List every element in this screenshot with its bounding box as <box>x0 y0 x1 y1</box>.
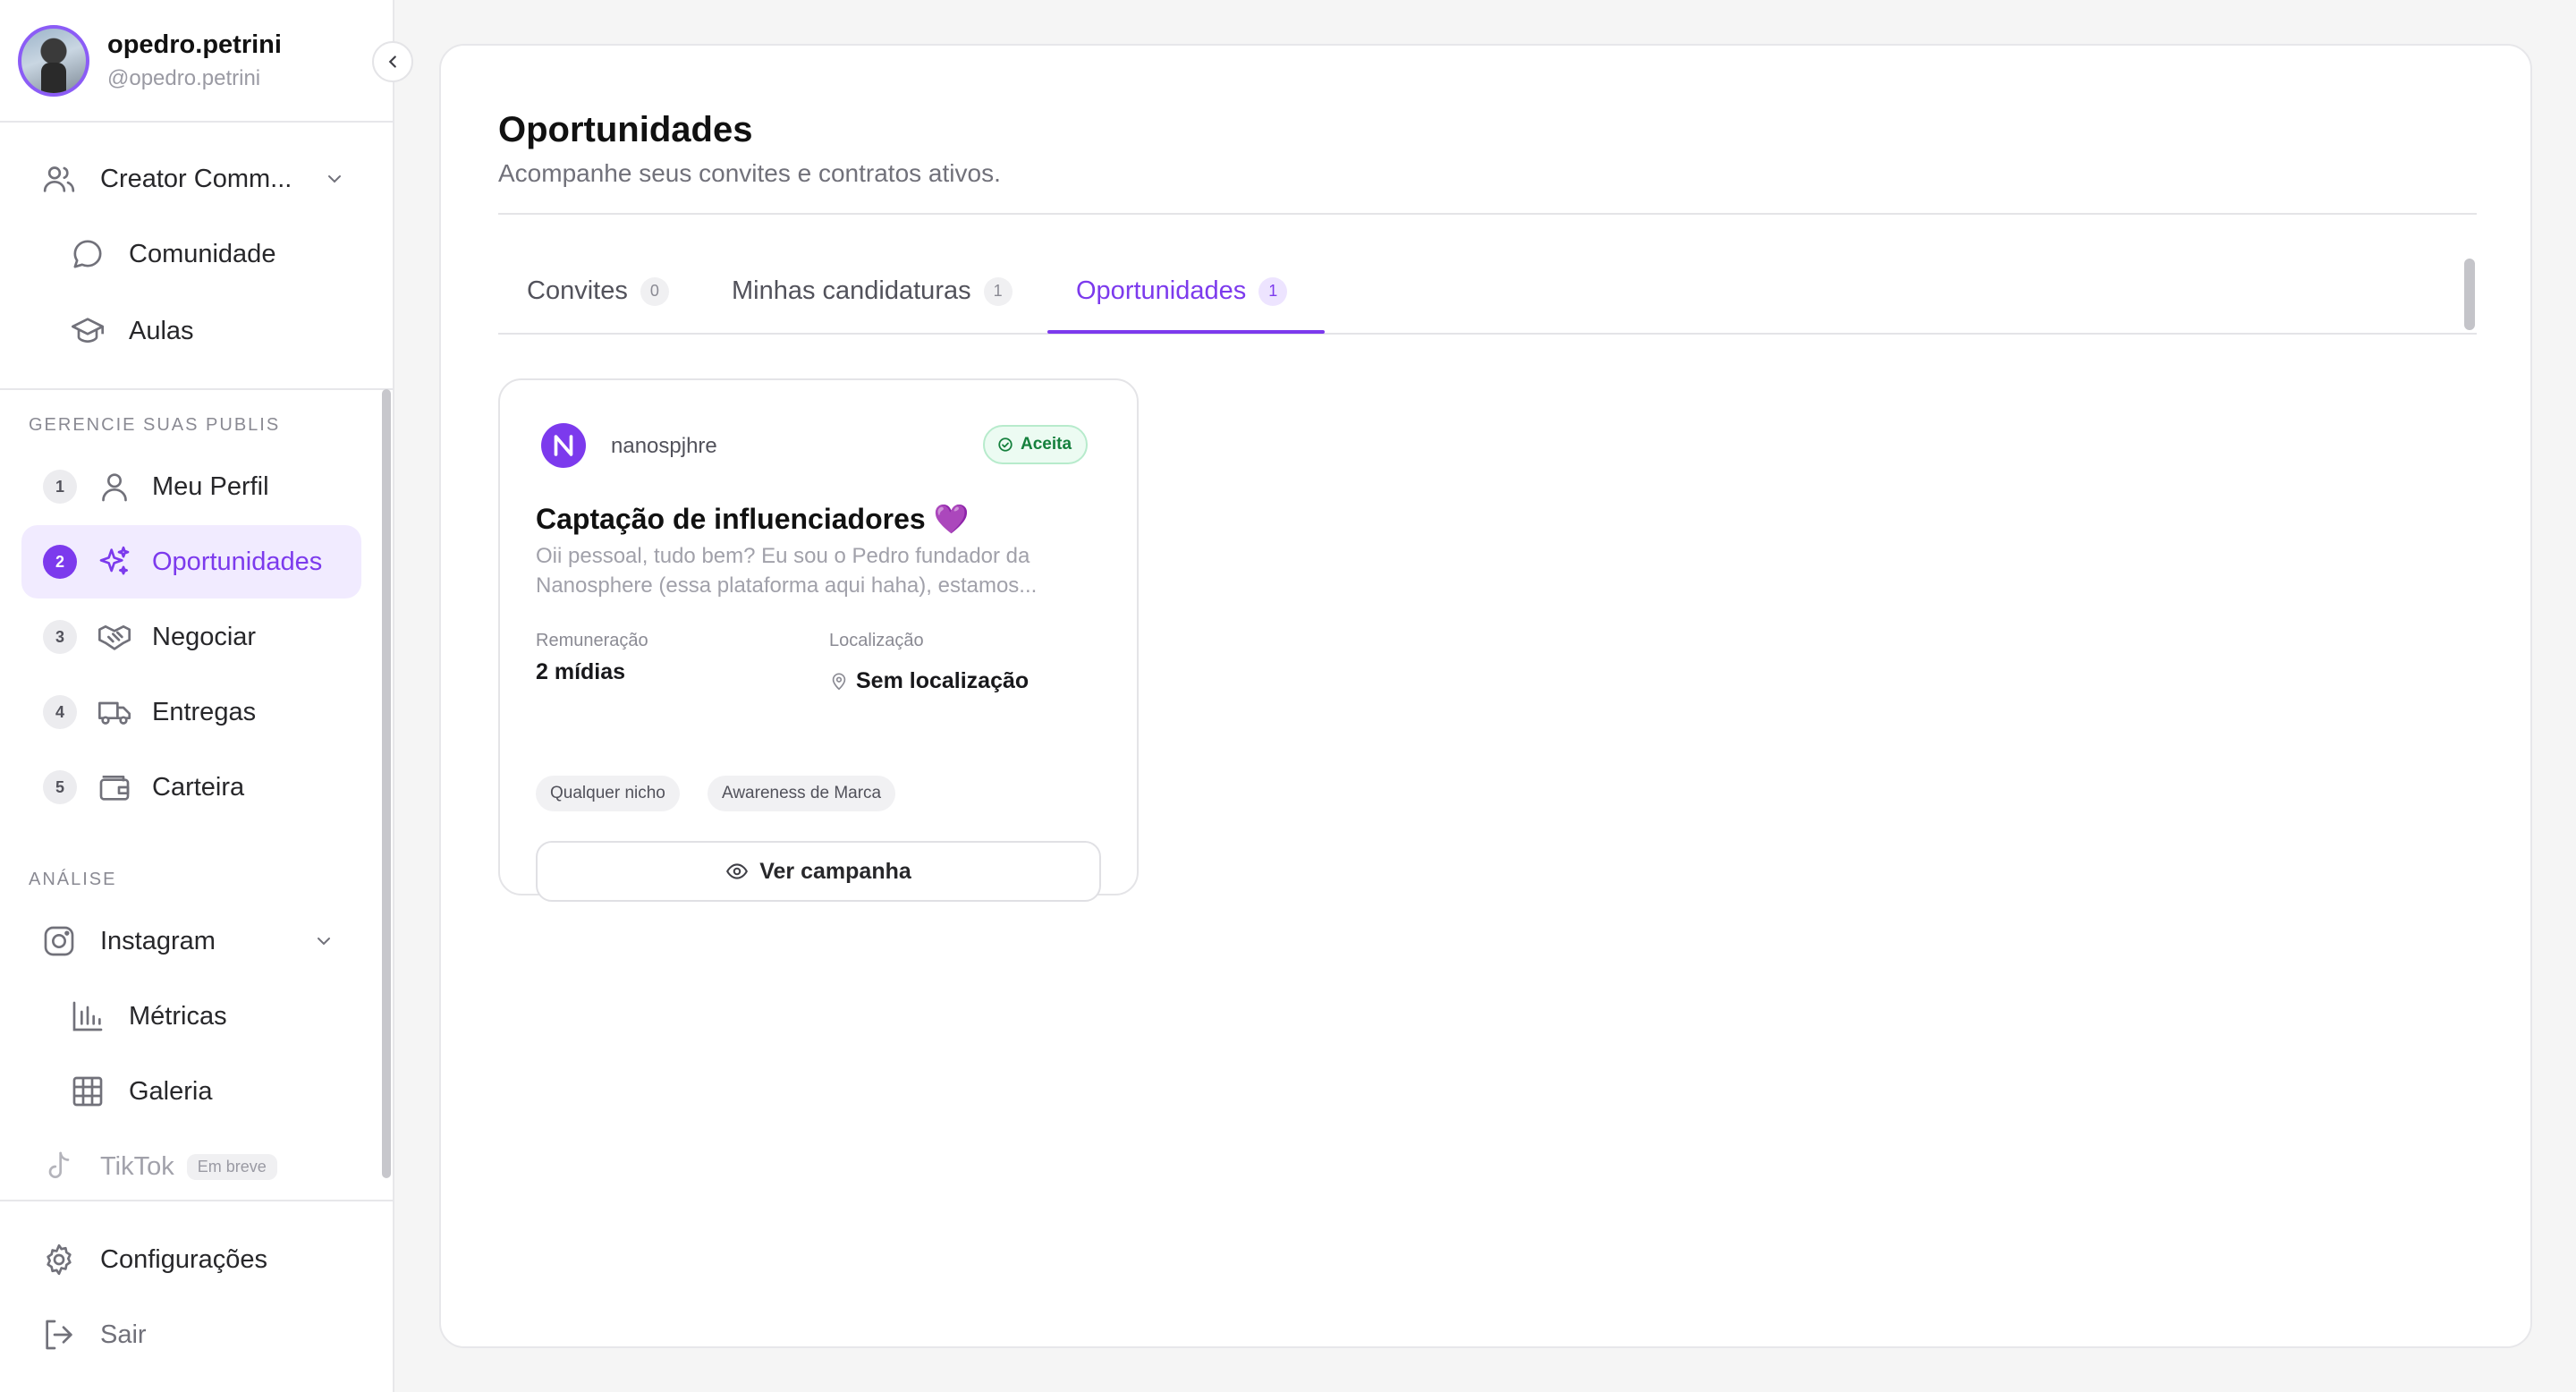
chat-bubble-icon <box>73 240 102 268</box>
chevron-down-icon <box>318 938 330 946</box>
tabs-divider <box>498 333 2477 335</box>
wallet-icon <box>99 776 130 801</box>
tab-label: Minhas candidaturas <box>732 276 971 305</box>
sidebar-item-oportunidades[interactable]: 2 Oportunidades <box>43 544 322 580</box>
tag-chip: Awareness de Marca <box>708 776 896 811</box>
truck-icon <box>98 701 131 725</box>
sidebar-group-label: Instagram <box>100 926 216 955</box>
sidebar-item-meu-perfil[interactable]: 1 Meu Perfil <box>43 469 269 505</box>
campaign-title: Captação de influenciadores 💜 <box>536 503 970 535</box>
check-circle-icon <box>998 437 1013 452</box>
step-number: 3 <box>43 620 77 654</box>
brand-logo <box>541 423 586 468</box>
sidebar-item-label: Carteira <box>152 772 245 802</box>
graduation-cap-icon <box>72 318 104 343</box>
tab-count: 1 <box>983 276 1013 306</box>
chevron-left-icon <box>388 55 396 68</box>
sidebar: opedro.petrini @opedro.petrini Creator C… <box>0 0 394 1392</box>
grid-icon <box>72 1076 103 1107</box>
tab-label: Convites <box>527 276 628 305</box>
location-label: Localização <box>829 631 924 650</box>
title-divider <box>498 213 2477 215</box>
remuneration-label: Remuneração <box>536 631 648 650</box>
sidebar-item-configuracoes[interactable]: Configurações <box>41 1242 267 1277</box>
profile-header[interactable]: opedro.petrini @opedro.petrini <box>0 0 393 123</box>
step-number: 2 <box>43 545 77 579</box>
step-number: 1 <box>43 470 77 504</box>
coming-soon-badge: Em breve <box>186 1153 277 1180</box>
tiktok-icon <box>48 1151 70 1178</box>
step-number: 5 <box>43 770 77 804</box>
sidebar-divider <box>0 388 393 390</box>
sidebar-group-creator-community[interactable]: Creator Comm... <box>41 161 354 197</box>
tag-chip: Qualquer nicho <box>536 776 680 811</box>
section-title-manage: GERENCIE SUAS PUBLIS <box>29 415 281 435</box>
sidebar-group-instagram[interactable]: Instagram <box>41 923 354 959</box>
sidebar-item-carteira[interactable]: 5 Carteira <box>43 769 244 805</box>
main-panel: Oportunidades Acompanhe seus convites e … <box>439 44 2532 1348</box>
sidebar-item-label: Galeria <box>129 1076 213 1106</box>
page-title: Oportunidades <box>498 110 753 149</box>
sidebar-item-label: Sair <box>100 1320 147 1349</box>
bar-chart-icon <box>72 1001 103 1031</box>
tab-minhas-candidaturas[interactable]: Minhas candidaturas 1 <box>732 276 1013 306</box>
sidebar-item-label: Negociar <box>152 622 257 651</box>
tabs-scrollbar[interactable] <box>2464 259 2475 330</box>
tab-label: Oportunidades <box>1076 276 1247 305</box>
handshake-icon <box>98 625 131 650</box>
sidebar-item-label: TikTok <box>100 1151 174 1181</box>
map-pin-icon <box>832 672 846 690</box>
sidebar-item-negociar[interactable]: 3 Negociar <box>43 619 256 655</box>
user-icon <box>102 473 127 502</box>
step-number: 4 <box>43 695 77 729</box>
instagram-icon <box>44 926 74 956</box>
sidebar-item-label: Oportunidades <box>152 547 323 576</box>
page-subtitle: Acompanhe seus convites e contratos ativ… <box>498 159 1001 187</box>
tab-count: 0 <box>640 276 669 306</box>
tab-convites[interactable]: Convites 0 <box>527 276 669 306</box>
brand-logo-icon <box>554 435 573 456</box>
location-field: Sem localização <box>829 668 1029 694</box>
sidebar-item-label: Comunidade <box>129 239 276 268</box>
collapse-sidebar-button[interactable] <box>372 41 413 82</box>
sidebar-item-label: Configurações <box>100 1244 267 1274</box>
remuneration-value: 2 mídias <box>536 659 626 684</box>
sparkles-icon <box>99 546 130 575</box>
sidebar-scrollbar[interactable] <box>382 389 391 1178</box>
eye-icon <box>726 863 749 879</box>
sidebar-group-label: Creator Comm... <box>100 164 292 193</box>
chevron-down-icon <box>328 175 341 183</box>
campaign-description: Oii pessoal, tudo bem? Eu sou o Pedro fu… <box>536 544 1038 598</box>
sidebar-item-label: Aulas <box>129 316 194 345</box>
sidebar-item-label: Entregas <box>152 697 257 726</box>
view-campaign-label: Ver campanha <box>759 858 911 884</box>
sidebar-item-label: Meu Perfil <box>152 471 269 501</box>
brand-name: nanospjhre <box>611 434 717 458</box>
status-badge: Aceita <box>983 425 1089 464</box>
avatar <box>18 25 89 97</box>
users-icon <box>43 166 75 192</box>
profile-handle: @opedro.petrini <box>107 66 261 90</box>
opportunity-card[interactable]: nanospjhre Aceita Captação de influencia… <box>498 378 1139 902</box>
profile-name: opedro.petrini <box>107 30 282 59</box>
sidebar-item-sair[interactable]: Sair <box>41 1317 147 1353</box>
status-label: Aceita <box>1021 435 1072 454</box>
sidebar-item-tiktok: TikTok Em breve <box>41 1149 277 1184</box>
active-tab-underline <box>1047 330 1325 334</box>
location-value: Sem localização <box>856 668 1030 693</box>
sidebar-item-galeria[interactable]: Galeria <box>70 1074 213 1109</box>
sidebar-item-comunidade[interactable]: Comunidade <box>70 236 275 272</box>
sidebar-item-metricas[interactable]: Métricas <box>70 998 227 1034</box>
tab-oportunidades[interactable]: Oportunidades 1 <box>1076 276 1288 306</box>
gear-icon <box>47 1243 72 1276</box>
tab-count: 1 <box>1258 276 1288 306</box>
section-title-analysis: ANÁLISE <box>29 870 117 889</box>
sidebar-item-aulas[interactable]: Aulas <box>70 313 194 349</box>
sidebar-item-entregas[interactable]: 4 Entregas <box>43 694 256 730</box>
sidebar-divider <box>0 1200 393 1201</box>
logout-icon <box>46 1320 72 1350</box>
view-campaign-button[interactable]: Ver campanha <box>536 841 1101 902</box>
sidebar-item-label: Métricas <box>129 1001 227 1031</box>
